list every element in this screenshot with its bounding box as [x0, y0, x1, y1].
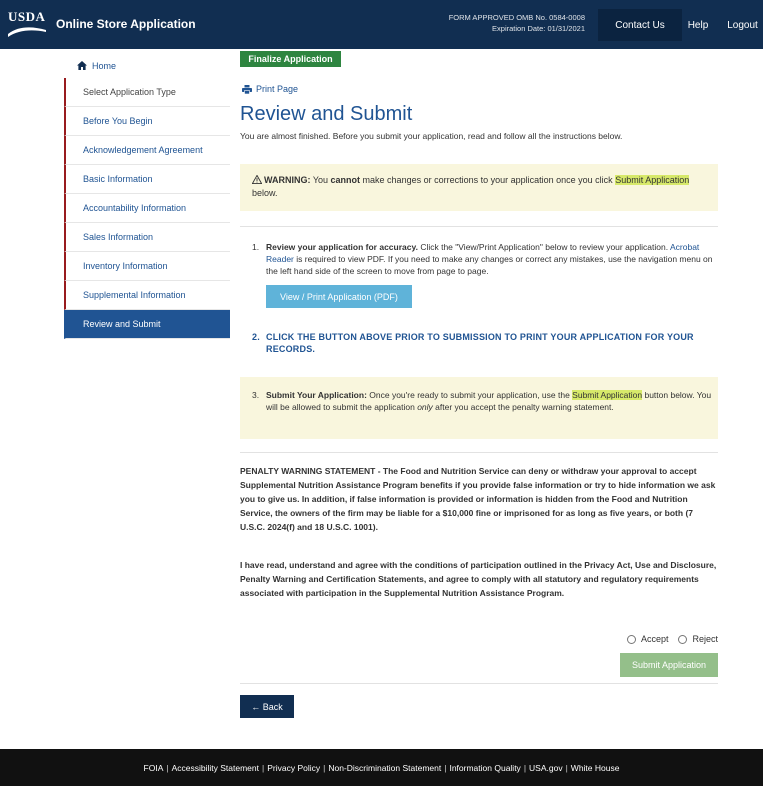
sidebar-item-before-you-begin[interactable]: Before You Begin [64, 107, 230, 136]
footer-separator: | [523, 762, 527, 773]
sidebar-item-supplemental-information[interactable]: Supplemental Information [64, 281, 230, 310]
accept-radio[interactable] [626, 634, 636, 644]
reject-radio[interactable] [678, 634, 688, 644]
divider [240, 683, 718, 684]
reject-label[interactable]: Reject [692, 634, 718, 644]
contact-us-button[interactable]: Contact Us [598, 9, 682, 41]
footer-link-white-house[interactable]: White House [571, 763, 620, 773]
footer-link-usa-gov[interactable]: USA.gov [529, 763, 563, 773]
step-submit-application: 3. Submit Your Application: Once you're … [240, 389, 718, 429]
site-header: USDA Online Store Application FORM APPRO… [0, 0, 763, 49]
footer-link-privacy-policy[interactable]: Privacy Policy [267, 763, 320, 773]
divider [240, 452, 718, 453]
step-emphasis: only [417, 402, 433, 412]
step-review-application: 1. Review your application for accuracy.… [240, 241, 718, 311]
footer-separator: | [166, 762, 169, 773]
form-approval-info: FORM APPROVED OMB No. 0584-0008 Expirati… [420, 12, 585, 34]
footer-link-non-discrimination[interactable]: Non-Discrimination Statement [328, 763, 441, 773]
intro-text: You are almost finished. Before you subm… [240, 131, 623, 141]
sidebar-item-accountability-information[interactable]: Accountability Information [64, 194, 230, 223]
sidebar-item-basic-information[interactable]: Basic Information [64, 165, 230, 194]
footer-separator: | [444, 762, 447, 773]
view-print-application-button[interactable]: View / Print Application (PDF) [266, 285, 412, 308]
certification-statement: I have read, understand and agree with t… [240, 560, 717, 598]
warning-box: WARNING: You cannot make changes or corr… [240, 164, 718, 211]
sidebar-item-sales-information[interactable]: Sales Information [64, 223, 230, 252]
sidebar-item-inventory-information[interactable]: Inventory Information [64, 252, 230, 281]
step-body: Review your application for accuracy. Cl… [266, 241, 714, 277]
print-page-link[interactable]: Print Page [242, 84, 298, 94]
sidebar-nav: Home Select Application Type Before You … [64, 53, 230, 339]
step-number: 1. [252, 242, 260, 252]
print-page-label: Print Page [256, 84, 299, 94]
form-omb-number: FORM APPROVED OMB No. 0584-0008 [448, 13, 585, 22]
step-number: 2. [252, 332, 260, 342]
step-highlight: Submit Application [572, 390, 643, 400]
site-footer: FOIA | Accessibility Statement | Privacy… [0, 749, 763, 786]
footer-separator: | [565, 762, 568, 773]
step-print-records: 2. CLICK THE BUTTON ABOVE PRIOR TO SUBMI… [240, 331, 718, 361]
step-body: CLICK THE BUTTON ABOVE PRIOR TO SUBMISSI… [266, 332, 694, 354]
footer-separator: | [262, 762, 265, 773]
usda-logo-text: USDA [8, 9, 46, 24]
submit-application-button[interactable]: Submit Application [620, 653, 718, 677]
warning-text-3: below. [252, 188, 278, 198]
step-text-2: is required to view PDF. If you need to … [266, 254, 713, 276]
page-title: Review and Submit [240, 103, 413, 125]
warning-highlight: Submit Application [615, 175, 690, 185]
sidebar-item-select-application-type[interactable]: Select Application Type [64, 78, 230, 107]
footer-link-foia[interactable]: FOIA [144, 763, 164, 773]
step-text-1: Once you're ready to submit your applica… [366, 390, 573, 400]
warning-label: WARNING: [264, 175, 311, 185]
printer-icon [242, 84, 252, 94]
footer-link-accessibility[interactable]: Accessibility Statement [172, 763, 259, 773]
step-text-1: Click the "View/Print Application" below… [417, 242, 670, 252]
help-button[interactable]: Help [684, 9, 712, 41]
accept-reject-radio-group: Accept Reject [626, 634, 718, 644]
sidebar-item-review-and-submit[interactable]: Review and Submit [64, 310, 230, 339]
app-title[interactable]: Online Store Application [56, 17, 196, 31]
finalize-application-badge: Finalize Application [240, 51, 341, 67]
usda-logo-swoosh-icon [8, 27, 46, 37]
back-button[interactable]: ← Back [240, 695, 294, 718]
sidebar-home-label: Home [92, 60, 117, 71]
home-icon [77, 61, 87, 70]
warning-text-1: You [310, 175, 331, 185]
footer-link-information-quality[interactable]: Information Quality [449, 763, 520, 773]
warning-text-2: make changes or corrections to your appl… [360, 175, 616, 185]
step-text-3: after you accept the penalty warning sta… [432, 402, 614, 412]
step-heading: Review your application for accuracy. [266, 242, 418, 252]
step-heading: Submit Your Application: [266, 390, 367, 400]
accept-label[interactable]: Accept [641, 634, 669, 644]
penalty-warning-statement: PENALTY WARNING STATEMENT - The Food and… [240, 466, 716, 532]
warning-icon [252, 175, 262, 184]
logout-button[interactable]: Logout [722, 9, 763, 41]
divider [240, 226, 718, 227]
sidebar-item-acknowledgement-agreement[interactable]: Acknowledgement Agreement [64, 136, 230, 165]
submit-instructions-box: 3. Submit Your Application: Once you're … [240, 377, 718, 439]
step-number: 3. [252, 390, 260, 400]
sidebar-home-link[interactable]: Home [64, 53, 230, 78]
warning-emphasis: cannot [330, 175, 361, 185]
footer-links: FOIA | Accessibility Statement | Privacy… [144, 763, 620, 773]
step-body: Submit Your Application: Once you're rea… [266, 389, 714, 413]
footer-separator: | [323, 762, 326, 773]
form-expiration-date: Expiration Date: 01/31/2021 [492, 24, 585, 33]
usda-logo[interactable]: USDA [8, 10, 46, 38]
